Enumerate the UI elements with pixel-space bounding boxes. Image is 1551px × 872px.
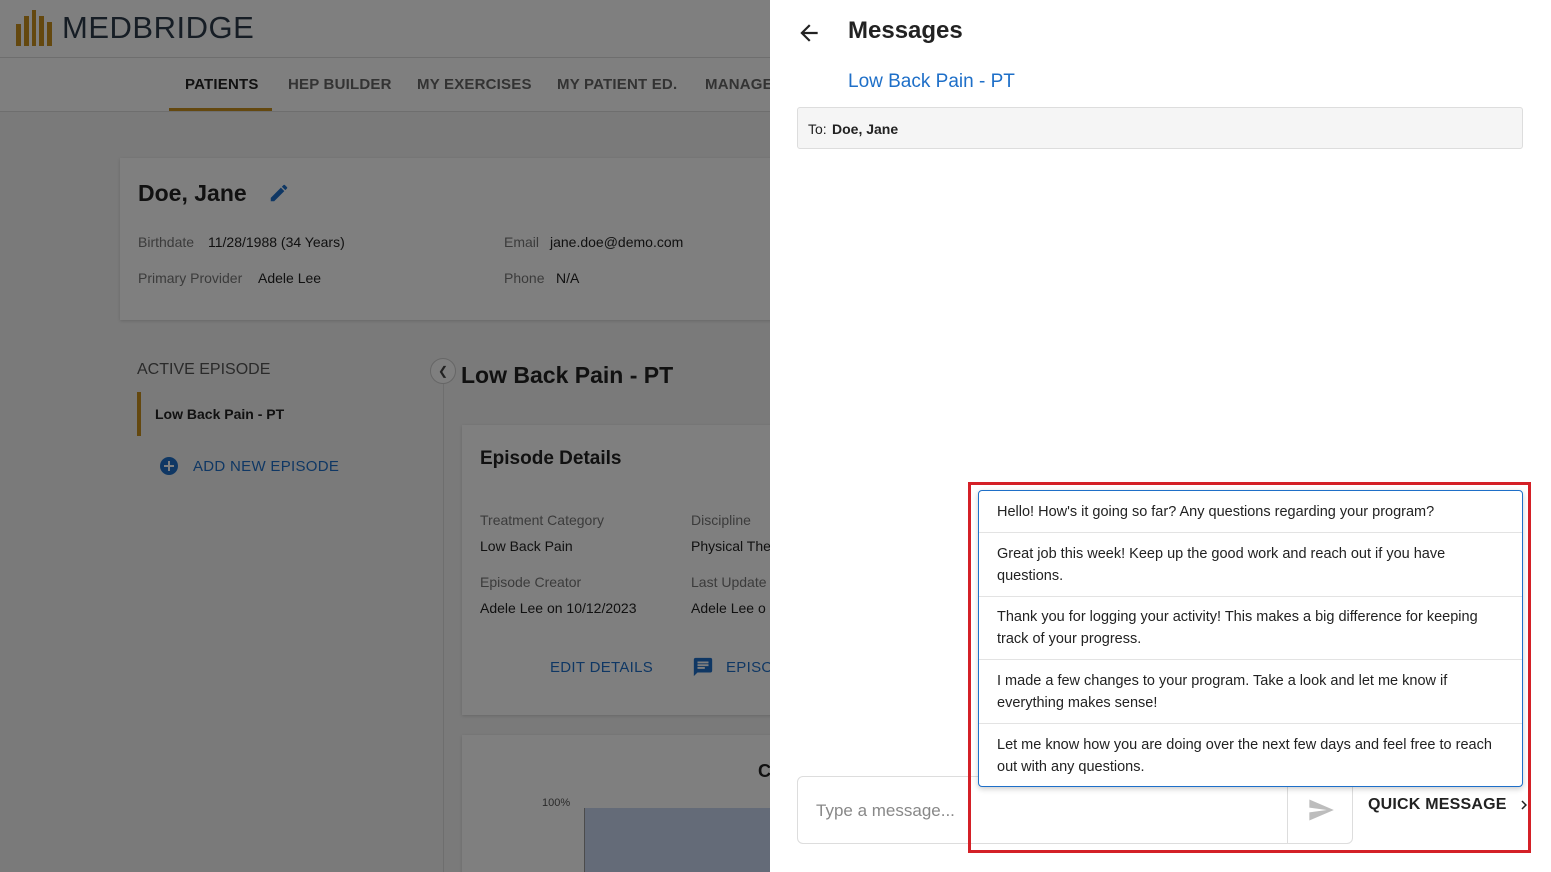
episode-link[interactable]: Low Back Pain - PT xyxy=(848,71,1015,93)
recipient-prefix: To: xyxy=(808,121,827,137)
messages-title: Messages xyxy=(848,17,963,44)
chevron-right-icon xyxy=(1521,800,1527,810)
recipient-name: Doe, Jane xyxy=(832,121,899,137)
quick-message-option[interactable]: Hello! How's it going so far? Any questi… xyxy=(979,491,1522,533)
modal-overlay[interactable] xyxy=(0,0,770,872)
recipient-bar: To: Doe, Jane xyxy=(797,107,1523,149)
arrow-left-icon[interactable] xyxy=(796,20,822,46)
quick-message-option[interactable]: Great job this week! Keep up the good wo… xyxy=(979,533,1522,597)
quick-message-option[interactable]: Thank you for logging your activity! Thi… xyxy=(979,597,1522,660)
messages-panel: Messages Low Back Pain - PT To: Doe, Jan… xyxy=(770,0,1551,872)
quick-message-label: QUICK MESSAGE xyxy=(1368,796,1507,813)
quick-message-button[interactable]: QUICK MESSAGE xyxy=(1368,796,1533,814)
quick-message-option[interactable]: Let me know how you are doing over the n… xyxy=(979,724,1522,786)
message-input[interactable] xyxy=(816,799,1236,823)
quick-message-option[interactable]: I made a few changes to your program. Ta… xyxy=(979,660,1522,724)
send-icon xyxy=(1308,799,1334,821)
quick-message-menu: Hello! How's it going so far? Any questi… xyxy=(978,490,1523,787)
